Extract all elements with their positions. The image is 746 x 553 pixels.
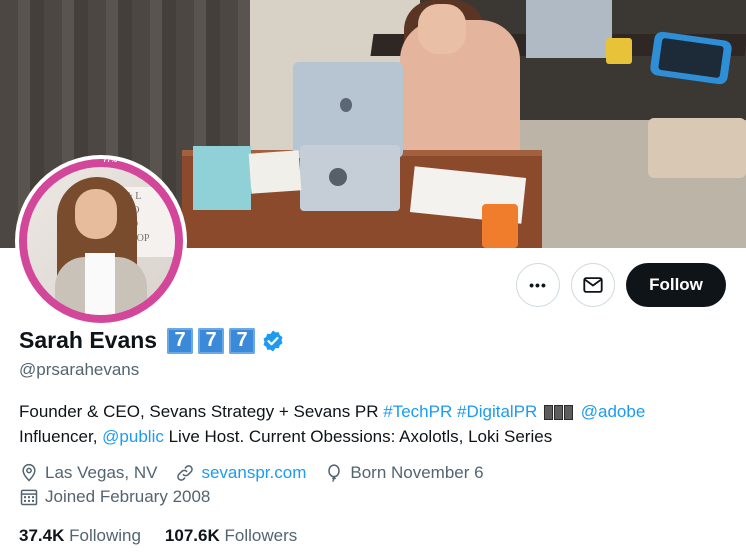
badge-digit: 7 [198, 327, 225, 354]
slot-machine-emoji-icon [544, 405, 574, 421]
joined-text: Joined February 2008 [45, 487, 211, 506]
avatar-face [75, 189, 117, 239]
location-text: Las Vegas, NV [45, 463, 158, 482]
birthday-text: Born November 6 [350, 463, 484, 482]
banner-stand-hole [329, 168, 347, 186]
bio-text: Live Host. Current Obessions: Axolotls, … [163, 427, 553, 446]
handle: @prsarahevans [19, 360, 140, 379]
banner-chair [648, 118, 746, 178]
avatar-shirt [85, 253, 115, 315]
banner-person-face [418, 4, 466, 54]
avatar[interactable]: & L NO TO PEOP 77% [15, 155, 187, 327]
avatar-tag: 77% [103, 157, 118, 164]
banner-laptop-stand [300, 145, 400, 211]
name-row: Sarah Evans 7 7 7 [19, 327, 285, 354]
followers-link[interactable]: 107.6K Followers [165, 526, 297, 546]
envelope-icon [583, 277, 603, 293]
bio-text: Founder & CEO, Sevans Strategy + Sevans … [19, 402, 384, 421]
followers-label: Followers [224, 526, 298, 545]
banner-pencil-cup [606, 38, 632, 64]
mention-link[interactable]: @public [102, 427, 164, 446]
following-label: Following [69, 526, 141, 545]
hashtag-link[interactable]: #TechPR [383, 402, 452, 421]
avatar-photo: & L NO TO PEOP [27, 167, 175, 315]
banner-laptop-logo [340, 98, 352, 112]
profile-meta: Las Vegas, NV sevanspr.com Born November… [19, 463, 502, 483]
bio-line: Influencer, @public Live Host. Current O… [19, 424, 719, 449]
badge-digit: 7 [167, 327, 194, 354]
balloon-icon [328, 464, 341, 483]
location-item: Las Vegas, NV [19, 463, 157, 483]
link-icon [177, 465, 194, 481]
bio-text: Influencer, [19, 427, 103, 446]
more-icon: ••• [529, 277, 547, 293]
hashtag-link[interactable]: #DigitalPR [457, 402, 537, 421]
display-name: Sarah Evans [19, 327, 158, 353]
following-count: 37.4K [19, 526, 65, 545]
followers-count: 107.6K [164, 526, 220, 545]
more-button[interactable]: ••• [516, 263, 560, 307]
banner-mug [482, 204, 518, 248]
following-link[interactable]: 37.4K Following [19, 526, 141, 546]
mention-link[interactable]: @adobe [581, 402, 646, 421]
banner-tissue-box [193, 146, 251, 210]
follow-button[interactable]: Follow [626, 263, 726, 307]
profile-meta-joined: Joined February 2008 [19, 487, 228, 507]
badge-digit: 7 [229, 327, 256, 354]
verified-badge-icon[interactable] [261, 329, 285, 353]
calendar-icon [20, 489, 38, 506]
follow-stats: 37.4K Following 107.6K Followers [19, 526, 321, 546]
bio: Founder & CEO, Sevans Strategy + Sevans … [19, 399, 719, 449]
joined-item: Joined February 2008 [19, 487, 210, 507]
birthday-item: Born November 6 [324, 463, 484, 483]
location-pin-icon [22, 463, 36, 482]
message-button[interactable] [571, 263, 615, 307]
website-item[interactable]: sevanspr.com [175, 463, 306, 483]
website-link[interactable]: sevanspr.com [201, 463, 306, 483]
bio-line: Founder & CEO, Sevans Strategy + Sevans … [19, 399, 719, 424]
avatar-ring: & L NO TO PEOP [19, 159, 183, 323]
banner-paper [248, 150, 302, 194]
banner-laptop-back [526, 0, 612, 58]
